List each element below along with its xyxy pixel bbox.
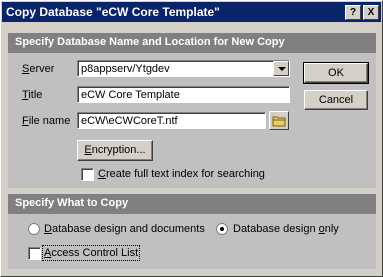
file-name-label: File name — [22, 115, 71, 127]
close-button[interactable]: X — [363, 5, 379, 20]
window-title: Copy Database "eCW Core Template" — [6, 5, 220, 19]
title-bar: Copy Database "eCW Core Template" ? X — [2, 2, 381, 22]
server-value: p8appserv/Ytgdev — [81, 63, 170, 75]
full-text-index-checkbox[interactable] — [81, 168, 94, 181]
server-label: Server — [22, 63, 55, 75]
encryption-button[interactable]: Encryption... — [77, 140, 153, 161]
server-combobox[interactable]: p8appserv/Ytgdev — [77, 60, 290, 77]
design-and-documents-label: Database design and documents — [44, 223, 205, 235]
section-header-label: Specify Database Name and Location for N… — [15, 36, 285, 48]
copy-database-dialog: Copy Database "eCW Core Template" ? X Sp… — [0, 0, 383, 277]
access-control-list-label: Access Control List — [41, 245, 141, 261]
file-name-value: eCW\eCWCoreT.ntf — [81, 115, 178, 127]
browse-folder-button[interactable] — [269, 111, 289, 130]
design-only-radio[interactable] — [216, 223, 228, 235]
section-header-name-location: Specify Database Name and Location for N… — [8, 33, 376, 53]
section-header-what-to-copy: Specify What to Copy — [8, 194, 376, 214]
chevron-down-icon[interactable] — [273, 61, 289, 76]
title-label: Title — [22, 89, 43, 101]
file-name-field[interactable]: eCW\eCWCoreT.ntf — [77, 112, 266, 129]
help-button[interactable]: ? — [345, 5, 361, 20]
design-only-label: Database design only — [233, 223, 339, 235]
folder-icon — [272, 116, 286, 127]
cancel-button[interactable]: Cancel — [304, 90, 368, 110]
section-header-label: Specify What to Copy — [15, 197, 129, 209]
title-field[interactable]: eCW Core Template — [77, 86, 290, 103]
title-value: eCW Core Template — [81, 89, 180, 101]
design-and-documents-radio[interactable] — [28, 223, 40, 235]
full-text-index-label: Create full text index for searching — [98, 168, 265, 180]
ok-button[interactable]: OK — [303, 62, 369, 84]
access-control-list-checkbox[interactable] — [28, 247, 41, 260]
